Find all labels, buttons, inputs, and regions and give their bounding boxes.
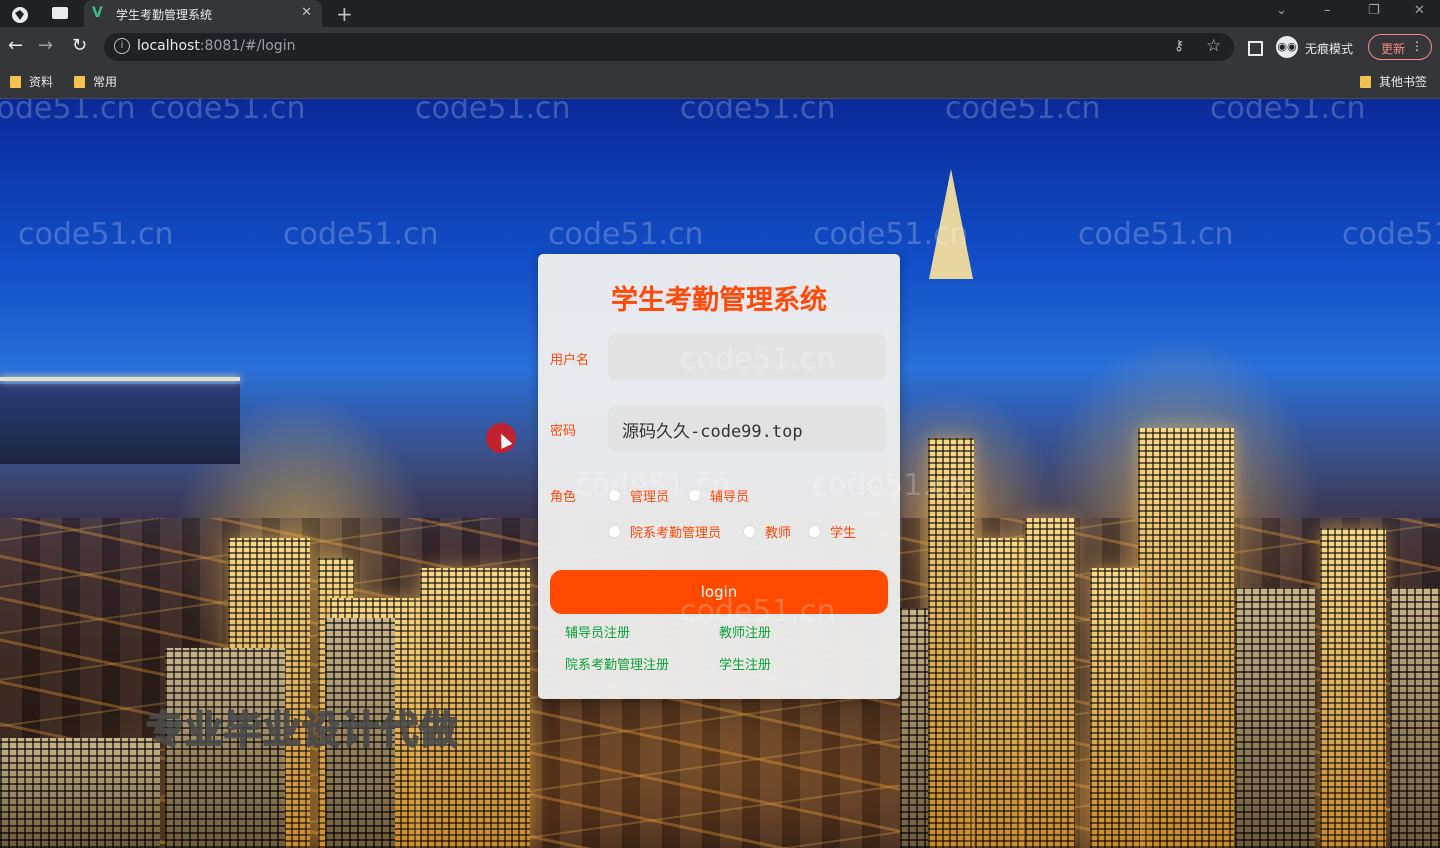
watermark: code51.cn xyxy=(1210,99,1366,126)
forward-button[interactable]: → xyxy=(38,36,53,56)
folder-icon xyxy=(1360,76,1371,88)
incognito-label: 无痕模式 xyxy=(1305,42,1354,56)
student-register-link[interactable]: 学生注册 xyxy=(719,654,771,673)
building xyxy=(1390,588,1440,848)
watermark: code51.cn xyxy=(575,468,731,503)
watermark: code51.cn xyxy=(680,99,836,126)
password-input[interactable] xyxy=(608,406,886,452)
tab-search-icon[interactable] xyxy=(50,5,76,22)
profile-icon[interactable] xyxy=(10,5,36,23)
side-panel-icon[interactable] xyxy=(1248,41,1263,56)
building xyxy=(0,738,160,848)
watermark: code51.cn xyxy=(548,217,704,252)
promo-slogan: 专业毕业设计代做 xyxy=(145,707,459,753)
update-label: 更新 xyxy=(1381,42,1406,56)
new-tab-button[interactable]: + xyxy=(336,2,353,26)
role-option-label: 教师 xyxy=(765,526,792,541)
folder-icon xyxy=(10,76,21,88)
username-label: 用户名 xyxy=(550,353,590,368)
radio-circle[interactable] xyxy=(743,525,756,538)
building xyxy=(1138,428,1234,848)
role-label: 角色 xyxy=(550,490,577,505)
tab-list-chevron-icon[interactable]: ⌄ xyxy=(1276,3,1287,18)
address-bar[interactable]: i localhost:8081/#/login ⚷ ☆ xyxy=(104,33,1234,61)
browser-tab-bar: V 学生考勤管理系统 ✕ + ⌄ – ❐ ✕ xyxy=(0,0,1440,27)
incognito-icon[interactable]: ◉◉ xyxy=(1276,36,1298,58)
restore-button[interactable]: ❐ xyxy=(1368,3,1380,18)
bookmark-label: 常用 xyxy=(93,75,118,89)
login-title: 学生考勤管理系统 xyxy=(611,285,827,316)
counselor-register-link[interactable]: 辅导员注册 xyxy=(565,622,630,641)
tab-title: 学生考勤管理系统 xyxy=(116,8,213,22)
close-tab-icon[interactable]: ✕ xyxy=(301,5,312,20)
bay-water xyxy=(0,384,240,464)
folder-icon xyxy=(74,76,85,88)
watermark: code51.cn xyxy=(150,99,306,126)
password-label: 密码 xyxy=(550,424,577,439)
watermark: code51.cn xyxy=(18,217,174,252)
watermark: code51.cn xyxy=(415,99,571,126)
tab-active[interactable]: V 学生考勤管理系统 ✕ xyxy=(84,0,322,27)
update-button[interactable]: 更新 ⋮ xyxy=(1368,34,1432,60)
mouse-cursor-icon xyxy=(486,423,516,453)
reload-button[interactable]: ↻ xyxy=(72,36,87,56)
url-host: localhost xyxy=(137,38,200,54)
other-bookmarks[interactable]: 其他书签 xyxy=(1360,73,1427,90)
building xyxy=(1090,568,1140,848)
password-key-icon[interactable]: ⚷ xyxy=(1174,38,1184,54)
watermark: code51.cn xyxy=(680,342,836,377)
role-radio-teacher[interactable]: 教师 xyxy=(743,522,791,541)
bookmarks-bar: 资料 常用 其他书签 xyxy=(0,67,1440,99)
close-window-button[interactable]: ✕ xyxy=(1414,3,1425,18)
role-option-label: 院系考勤管理员 xyxy=(630,526,722,541)
watermark: code51.cn xyxy=(945,99,1101,126)
bookmark-star-icon[interactable]: ☆ xyxy=(1206,36,1221,56)
role-radio-dept-attendance-admin[interactable]: 院系考勤管理员 xyxy=(608,522,721,541)
watermark: code51.cn xyxy=(813,217,969,252)
vue-favicon-icon: V xyxy=(92,5,103,21)
browser-toolbar: ← → ↻ i localhost:8081/#/login ⚷ ☆ ◉◉ 无痕… xyxy=(0,27,1440,67)
building xyxy=(1025,518,1075,848)
url-text[interactable]: localhost:8081/#/login xyxy=(137,38,295,54)
minimize-button[interactable]: – xyxy=(1324,3,1331,18)
role-option-label: 学生 xyxy=(830,526,857,541)
radio-circle[interactable] xyxy=(808,525,821,538)
watermark: code51.cn xyxy=(812,468,968,503)
watermark: code51.cn xyxy=(283,217,439,252)
watermark: code51.cn xyxy=(680,594,836,629)
watermark: code51.cn xyxy=(1078,217,1234,252)
url-path: :8081/#/login xyxy=(199,38,296,54)
bookmark-folder-changyong[interactable]: 常用 xyxy=(74,73,117,90)
role-radio-student[interactable]: 学生 xyxy=(808,522,856,541)
watermark: code51.cn xyxy=(0,99,136,126)
back-button[interactable]: ← xyxy=(8,36,23,56)
dept-attendance-register-link[interactable]: 院系考勤管理注册 xyxy=(565,654,669,673)
building xyxy=(1235,588,1315,848)
building xyxy=(1320,528,1386,848)
bookmark-folder-ziliao[interactable]: 资料 xyxy=(10,73,53,90)
bay-bridge xyxy=(0,377,240,381)
menu-dots-icon[interactable]: ⋮ xyxy=(1411,39,1423,53)
watermark: code51.cn xyxy=(1342,217,1440,252)
bookmark-label: 资料 xyxy=(29,75,54,89)
other-bookmarks-label: 其他书签 xyxy=(1379,75,1428,89)
radio-circle[interactable] xyxy=(608,525,621,538)
building xyxy=(900,608,928,848)
site-info-icon[interactable]: i xyxy=(114,38,130,54)
building xyxy=(975,538,1025,848)
